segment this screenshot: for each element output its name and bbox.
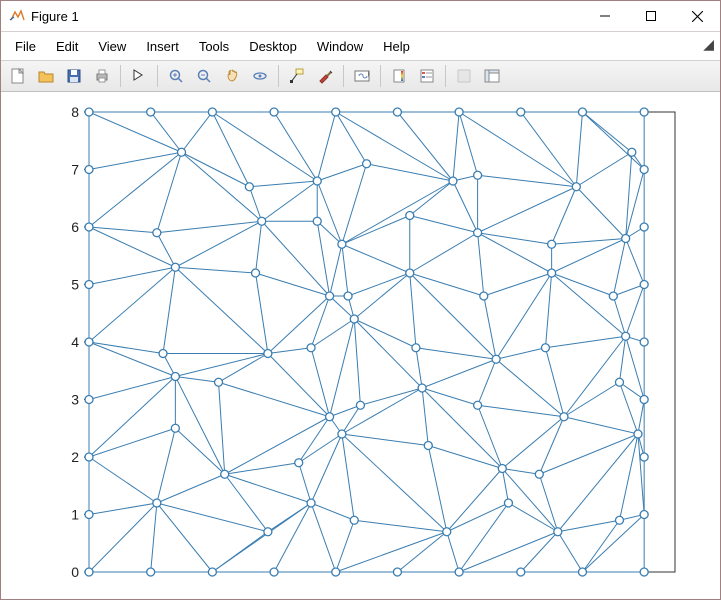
rotate-3d-button[interactable] bbox=[247, 63, 273, 89]
svg-text:7: 7 bbox=[71, 162, 79, 178]
menu-window[interactable]: Window bbox=[307, 35, 373, 58]
save-figure-button[interactable] bbox=[61, 63, 87, 89]
new-figure-button[interactable] bbox=[5, 63, 31, 89]
svg-text:5: 5 bbox=[71, 277, 79, 293]
print-figure-button[interactable] bbox=[89, 63, 115, 89]
menu-help[interactable]: Help bbox=[373, 35, 420, 58]
axes[interactable]: 0 1 2 3 4 5 6 7 8 bbox=[1, 92, 721, 600]
zoom-out-button[interactable] bbox=[191, 63, 217, 89]
separator bbox=[380, 65, 381, 87]
svg-text:2: 2 bbox=[71, 449, 79, 465]
pan-button[interactable] bbox=[219, 63, 245, 89]
hide-plot-tools-button[interactable] bbox=[451, 63, 477, 89]
menu-file[interactable]: File bbox=[5, 35, 46, 58]
svg-text:4: 4 bbox=[71, 334, 79, 350]
matlab-icon bbox=[9, 8, 25, 24]
window-controls bbox=[582, 1, 720, 31]
data-cursor-button[interactable] bbox=[284, 63, 310, 89]
separator bbox=[120, 65, 121, 87]
toolbar bbox=[1, 60, 720, 92]
svg-text:3: 3 bbox=[71, 392, 79, 408]
titlebar: Figure 1 bbox=[1, 1, 720, 32]
edit-plot-button[interactable] bbox=[126, 63, 152, 89]
figure-window: Figure 1 File Edit View Insert Tools Des… bbox=[0, 0, 721, 600]
link-plot-button[interactable] bbox=[349, 63, 375, 89]
separator bbox=[343, 65, 344, 87]
menubar: File Edit View Insert Tools Desktop Wind… bbox=[1, 32, 720, 60]
zoom-in-button[interactable] bbox=[163, 63, 189, 89]
show-plot-tools-button[interactable] bbox=[479, 63, 505, 89]
svg-text:6: 6 bbox=[71, 219, 79, 235]
svg-text:0: 0 bbox=[71, 564, 79, 580]
maximize-button[interactable] bbox=[628, 1, 674, 31]
separator bbox=[445, 65, 446, 87]
brush-button[interactable] bbox=[312, 63, 338, 89]
toolbar-overflow-icon[interactable]: ◢ bbox=[703, 36, 714, 53]
svg-text:1: 1 bbox=[71, 507, 79, 523]
minimize-button[interactable] bbox=[582, 1, 628, 31]
menu-desktop[interactable]: Desktop bbox=[239, 35, 307, 58]
menu-insert[interactable]: Insert bbox=[136, 35, 189, 58]
menu-tools[interactable]: Tools bbox=[189, 35, 239, 58]
menu-edit[interactable]: Edit bbox=[46, 35, 88, 58]
axes-area[interactable]: 0 1 2 3 4 5 6 7 8 bbox=[1, 92, 720, 599]
open-file-button[interactable] bbox=[33, 63, 59, 89]
menu-view[interactable]: View bbox=[88, 35, 136, 58]
insert-legend-button[interactable] bbox=[414, 63, 440, 89]
close-button[interactable] bbox=[674, 1, 720, 31]
insert-colorbar-button[interactable] bbox=[386, 63, 412, 89]
window-title: Figure 1 bbox=[31, 9, 79, 24]
separator bbox=[157, 65, 158, 87]
separator bbox=[278, 65, 279, 87]
svg-text:8: 8 bbox=[71, 104, 79, 120]
